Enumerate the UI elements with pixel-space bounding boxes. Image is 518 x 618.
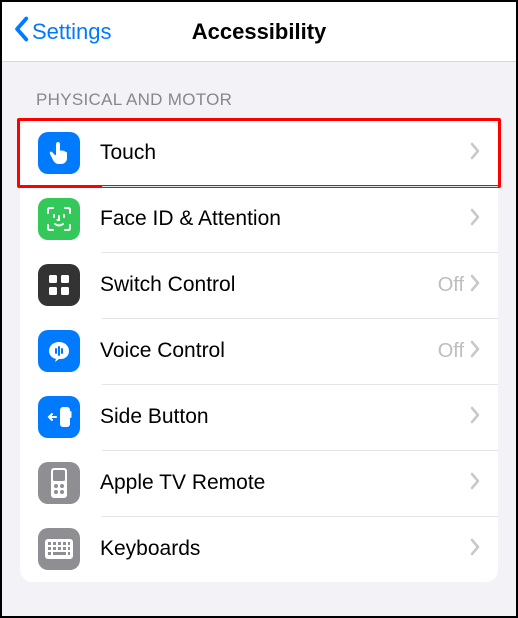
page-title: Accessibility <box>192 19 327 45</box>
content-area: PHYSICAL AND MOTOR Touch Face ID & Att <box>2 62 516 616</box>
row-label: Face ID & Attention <box>100 207 470 231</box>
row-switch-control[interactable]: Switch Control Off <box>20 252 498 318</box>
back-button[interactable]: Settings <box>2 16 112 48</box>
chevron-right-icon <box>470 538 480 561</box>
switch-control-icon <box>38 264 80 306</box>
settings-list: Touch Face ID & Attention <box>20 120 498 582</box>
section-header: PHYSICAL AND MOTOR <box>2 90 516 120</box>
face-id-icon <box>38 198 80 240</box>
row-label: Apple TV Remote <box>100 471 470 495</box>
row-label: Side Button <box>100 405 470 429</box>
row-touch[interactable]: Touch <box>20 120 498 186</box>
back-label: Settings <box>32 19 112 45</box>
voice-control-icon <box>38 330 80 372</box>
row-label: Keyboards <box>100 537 470 561</box>
chevron-left-icon <box>12 16 30 48</box>
keyboard-icon <box>38 528 80 570</box>
side-button-icon <box>38 396 80 438</box>
row-keyboards[interactable]: Keyboards <box>20 516 498 582</box>
row-apple-tv-remote[interactable]: Apple TV Remote <box>20 450 498 516</box>
nav-header: Settings Accessibility <box>2 2 516 62</box>
row-label: Touch <box>100 141 470 165</box>
touch-icon <box>38 132 80 174</box>
chevron-right-icon <box>470 208 480 231</box>
row-label: Switch Control <box>100 273 438 297</box>
row-label: Voice Control <box>100 339 438 363</box>
chevron-right-icon <box>470 472 480 495</box>
row-face-id-attention[interactable]: Face ID & Attention <box>20 186 498 252</box>
row-side-button[interactable]: Side Button <box>20 384 498 450</box>
chevron-right-icon <box>470 142 480 165</box>
row-value: Off <box>438 340 464 363</box>
chevron-right-icon <box>470 274 480 297</box>
chevron-right-icon <box>470 340 480 363</box>
row-value: Off <box>438 274 464 297</box>
row-voice-control[interactable]: Voice Control Off <box>20 318 498 384</box>
apple-tv-remote-icon <box>38 462 80 504</box>
chevron-right-icon <box>470 406 480 429</box>
